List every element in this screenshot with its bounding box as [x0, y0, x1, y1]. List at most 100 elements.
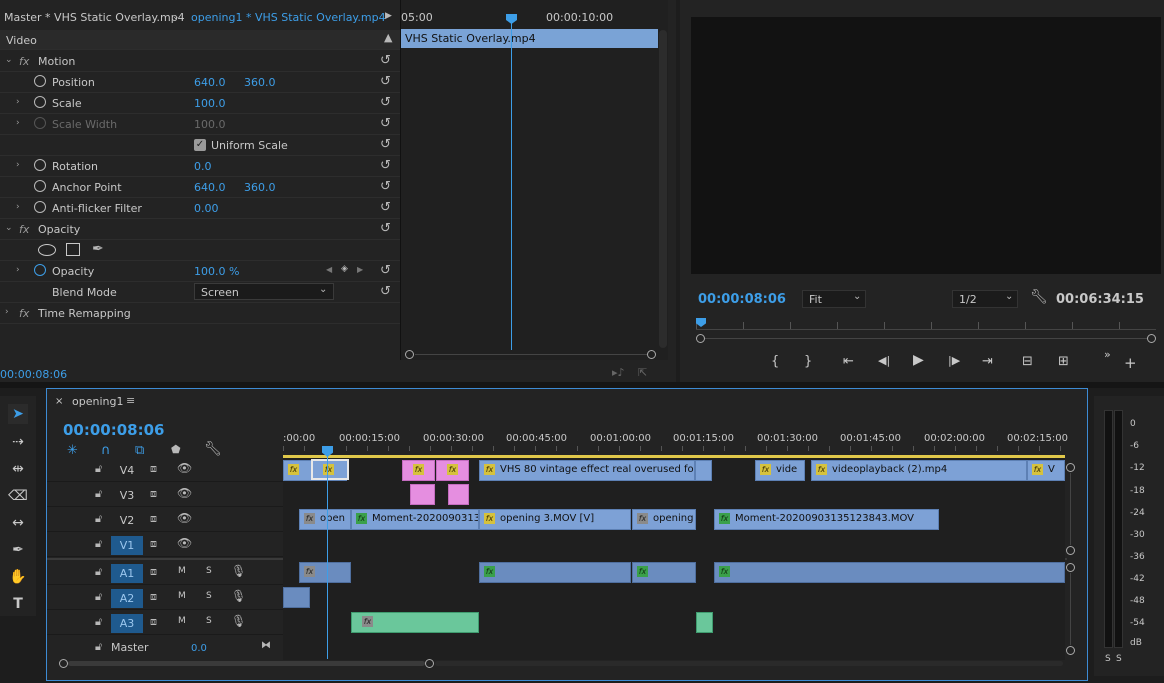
eye-icon[interactable]: 👁︎: [177, 511, 192, 525]
nest-icon[interactable]: ✳: [67, 443, 78, 458]
blend-mode-select[interactable]: Screen ⌄: [194, 283, 334, 300]
extract-icon[interactable]: ⊞: [1058, 354, 1069, 369]
sync-lock-icon[interactable]: ⧈: [150, 462, 157, 476]
slip-tool-icon[interactable]: ↔: [8, 513, 28, 533]
add-keyframe-icon[interactable]: ◈: [341, 264, 348, 274]
prev-keyframe-icon[interactable]: ◀: [326, 265, 332, 274]
sync-lock-icon[interactable]: ⧈: [150, 615, 157, 629]
twirl-closed-icon[interactable]: ›: [16, 265, 20, 275]
lock-icon[interactable]: 🔓︎: [95, 615, 102, 629]
razor-tool-icon[interactable]: ⌫: [8, 486, 28, 506]
track-label-v1[interactable]: V1: [111, 536, 143, 555]
menu-icon[interactable]: ≡: [126, 394, 135, 407]
pm-playhead-timecode[interactable]: 00:00:08:06: [698, 292, 786, 307]
uniform-scale-checkbox[interactable]: ✓: [194, 139, 206, 151]
video-scroll-handle-bottom[interactable]: [1066, 546, 1075, 555]
close-icon[interactable]: ×: [55, 396, 63, 407]
clip-a1-4[interactable]: fx: [714, 562, 1065, 583]
ec-playhead-handle[interactable]: [506, 14, 517, 24]
clip-v4-pink-1[interactable]: fx: [402, 460, 435, 481]
wrench-icon[interactable]: 🔧︎: [1030, 289, 1048, 305]
zoom-thumb[interactable]: [68, 661, 425, 666]
solo-left-button[interactable]: S: [1105, 654, 1111, 664]
lock-icon[interactable]: 🔓︎: [95, 640, 102, 654]
step-back-icon[interactable]: ◀|: [878, 354, 890, 367]
twirl-closed-icon[interactable]: ›: [16, 160, 20, 170]
solo-button[interactable]: S: [206, 566, 212, 576]
eye-icon[interactable]: 👁︎: [177, 461, 192, 475]
reset-icon[interactable]: ↺: [380, 116, 391, 131]
zoom-handle-left[interactable]: [59, 659, 68, 668]
lock-icon[interactable]: 🔓︎: [95, 462, 102, 476]
track-label-v4[interactable]: V4: [111, 461, 143, 480]
opacity-value[interactable]: 100.0 %: [194, 265, 239, 278]
sync-lock-icon[interactable]: ⧈: [150, 487, 157, 501]
stopwatch-icon[interactable]: [34, 180, 46, 192]
anchor-y-value[interactable]: 360.0: [244, 181, 276, 194]
clip-v4-vide[interactable]: fx vide: [755, 460, 805, 481]
lock-icon[interactable]: 🔓︎: [95, 512, 102, 526]
add-marker-icon[interactable]: ⬟: [171, 443, 181, 456]
twirl-closed-icon[interactable]: ›: [16, 202, 20, 212]
reset-icon[interactable]: ↺: [380, 74, 391, 89]
clip-v2-open[interactable]: fx open: [299, 509, 351, 530]
play-audio-icon[interactable]: ▸♪: [612, 366, 625, 379]
type-tool-icon[interactable]: T: [8, 594, 28, 614]
microphone-icon[interactable]: 🎙︎: [231, 564, 246, 578]
clip-a1-3[interactable]: fx: [632, 562, 696, 583]
tab-master[interactable]: Master * VHS Static Overlay.mp4: [4, 11, 185, 24]
reset-icon[interactable]: ↺: [380, 158, 391, 173]
clip-a3-1[interactable]: fx: [351, 612, 479, 633]
clip-v2-moment1[interactable]: fx Moment-20200903131: [351, 509, 479, 530]
clip-v2-opening3[interactable]: fx opening 3.MOV [V]: [479, 509, 631, 530]
ec-horizontal-scrollbar[interactable]: [405, 350, 656, 359]
timeline-zoom-scrollbar[interactable]: [59, 659, 1065, 669]
position-y-value[interactable]: 360.0: [244, 76, 276, 89]
clip-v4-pink-2[interactable]: fx: [436, 460, 469, 481]
reset-icon[interactable]: ↺: [380, 284, 391, 299]
sync-lock-icon[interactable]: ⧈: [150, 537, 157, 551]
eye-icon[interactable]: 👁︎: [177, 536, 192, 550]
time-remapping-row[interactable]: › fx Time Remapping: [0, 303, 400, 324]
microphone-icon[interactable]: 🎙︎: [231, 589, 246, 603]
clip-a2-1[interactable]: [283, 587, 310, 608]
stopwatch-icon[interactable]: [34, 159, 46, 171]
chevron-down-icon[interactable]: ⌄: [172, 12, 180, 22]
lock-icon[interactable]: 🔓︎: [95, 565, 102, 579]
rotation-value[interactable]: 0.0: [194, 160, 212, 173]
clip-v2-opening[interactable]: fx opening: [632, 509, 696, 530]
ec-timecode[interactable]: 00:00:08:06: [0, 368, 67, 381]
ec-playhead[interactable]: [511, 14, 512, 350]
timeline-playhead[interactable]: [327, 449, 328, 659]
audio-scroll-handle-bottom[interactable]: [1066, 646, 1075, 655]
track-label-a2[interactable]: A2: [111, 589, 143, 608]
lock-icon[interactable]: 🔓︎: [95, 590, 102, 604]
scale-value[interactable]: 100.0: [194, 97, 226, 110]
clip-a1-1[interactable]: fx: [299, 562, 351, 583]
next-keyframe-icon[interactable]: ▶: [357, 265, 363, 274]
rectangle-mask-icon[interactable]: [66, 243, 80, 256]
solo-button[interactable]: S: [206, 591, 212, 601]
clip-v3-pink-1[interactable]: [410, 484, 435, 505]
add-button-icon[interactable]: +: [1124, 354, 1137, 372]
step-forward-icon[interactable]: |▶: [948, 354, 960, 367]
anchor-x-value[interactable]: 640.0: [194, 181, 226, 194]
ec-clip-bar[interactable]: VHS Static Overlay.mp4: [401, 29, 658, 48]
audio-scroll-handle-top[interactable]: [1066, 563, 1075, 572]
sync-lock-icon[interactable]: ⧈: [150, 590, 157, 604]
opacity-section-row[interactable]: ⌄ fx Opacity ↺: [0, 219, 400, 240]
twirl-closed-icon[interactable]: ›: [16, 97, 20, 107]
track-select-tool-icon[interactable]: ⇢: [8, 432, 28, 452]
linked-selection-icon[interactable]: ⧉: [135, 443, 144, 458]
master-volume-value[interactable]: 0.0: [191, 643, 207, 654]
track-label-a3[interactable]: A3: [111, 614, 143, 633]
stopwatch-icon[interactable]: [34, 201, 46, 213]
position-x-value[interactable]: 640.0: [194, 76, 226, 89]
pen-tool-icon[interactable]: ✒: [8, 540, 28, 560]
export-frame-icon[interactable]: ⇱: [638, 366, 647, 379]
reset-icon[interactable]: ↺: [380, 95, 391, 110]
hand-tool-icon[interactable]: ✋: [8, 567, 28, 587]
twirl-open-icon[interactable]: ⌄: [5, 55, 13, 65]
play-icon[interactable]: ▶: [913, 352, 924, 368]
motion-row[interactable]: ⌄ fx Motion ↺: [0, 51, 400, 72]
